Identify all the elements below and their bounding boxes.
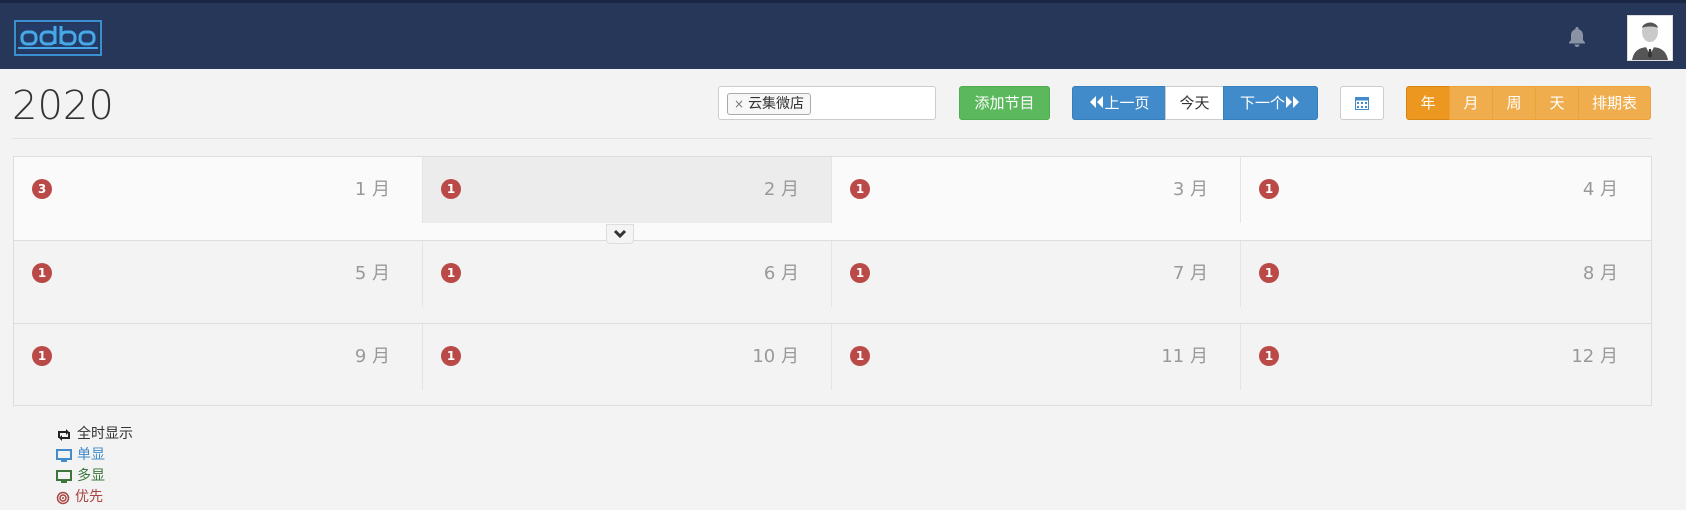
next-page-label: 下一个 — [1239, 94, 1285, 112]
month-label: 4 月 — [1582, 179, 1618, 200]
target-icon — [56, 491, 70, 504]
filter-tag: × 云集微店 — [727, 93, 812, 115]
logo[interactable] — [14, 20, 102, 56]
month-cell-jan[interactable]: 3 1 月 — [14, 157, 423, 223]
monitor-icon — [56, 448, 72, 462]
month-cell-mar[interactable]: 1 3 月 — [832, 157, 1241, 223]
legend-priority: 优先 — [56, 487, 133, 508]
retweet-icon — [58, 428, 70, 441]
month-cell-jun[interactable]: 1 6 月 — [423, 241, 832, 307]
event-count-badge: 1 — [1259, 179, 1279, 199]
filter-tag-label: 云集微店 — [748, 96, 805, 112]
month-cell-oct[interactable]: 1 10 月 — [423, 324, 832, 390]
month-label: 5 月 — [354, 263, 390, 284]
month-cell-may[interactable]: 1 5 月 — [14, 241, 423, 307]
month-label: 1 月 — [354, 179, 390, 200]
event-count-badge: 1 — [32, 346, 52, 366]
month-cell-sep[interactable]: 1 9 月 — [14, 324, 423, 390]
month-label: 10 月 — [752, 346, 799, 367]
legend-single: 单显 — [56, 445, 133, 466]
month-row: 1 5 月 1 6 月 1 7 月 1 8 月 — [14, 240, 1651, 324]
event-count-badge: 1 — [441, 263, 461, 283]
view-day-button[interactable]: 天 — [1535, 86, 1579, 120]
event-count-badge: 1 — [1259, 263, 1279, 283]
month-label: 2 月 — [763, 179, 799, 200]
month-cell-dec[interactable]: 1 12 月 — [1241, 324, 1650, 390]
bell-icon[interactable] — [1565, 25, 1589, 49]
add-program-button[interactable]: 添加节目 — [959, 86, 1050, 120]
today-button[interactable]: 今天 — [1165, 86, 1224, 120]
month-label: 6 月 — [763, 263, 799, 284]
event-count-badge: 3 — [32, 179, 52, 199]
month-cell-jul[interactable]: 1 7 月 — [832, 241, 1241, 307]
prev-page-button[interactable]: 上一页 — [1072, 86, 1166, 120]
month-row: 1 9 月 1 10 月 1 11 月 1 12 月 — [14, 323, 1651, 407]
chevron-down-icon — [613, 229, 627, 239]
month-label: 12 月 — [1571, 346, 1618, 367]
month-row: 3 1 月 1 2 月 1 3 月 1 4 月 — [14, 157, 1651, 240]
expand-toggle[interactable] — [606, 224, 634, 244]
month-cell-feb[interactable]: 1 2 月 — [423, 157, 832, 223]
month-label: 9 月 — [354, 346, 390, 367]
month-label: 3 月 — [1172, 179, 1208, 200]
view-month-button[interactable]: 月 — [1449, 86, 1493, 120]
page-title: 2020 — [12, 83, 114, 129]
legend: 全时显示 单显 多显 优先 — [56, 424, 133, 508]
next-page-button[interactable]: 下一个 — [1223, 86, 1318, 120]
calendar-picker-button[interactable] — [1340, 86, 1384, 120]
legend-multi: 多显 — [56, 466, 133, 487]
view-schedule-button[interactable]: 排期表 — [1578, 86, 1651, 120]
month-cell-nov[interactable]: 1 11 月 — [832, 324, 1241, 390]
event-count-badge: 1 — [850, 179, 870, 199]
legend-all-time: 全时显示 — [56, 424, 133, 445]
legend-all-time-label: 全时显示 — [77, 426, 133, 442]
month-label: 8 月 — [1582, 263, 1618, 284]
legend-priority-label: 优先 — [75, 489, 103, 505]
month-label: 7 月 — [1172, 263, 1208, 284]
view-year-button[interactable]: 年 — [1406, 86, 1450, 120]
event-count-badge: 1 — [441, 179, 461, 199]
event-count-badge: 1 — [32, 263, 52, 283]
event-count-badge: 1 — [850, 263, 870, 283]
monitor-icon — [56, 469, 72, 483]
user-avatar[interactable] — [1627, 15, 1673, 61]
year-calendar-grid: 3 1 月 1 2 月 1 3 月 1 4 月 1 5 月 1 6 月 1 7 … — [13, 156, 1652, 406]
legend-multi-label: 多显 — [77, 468, 105, 484]
prev-page-label: 上一页 — [1104, 94, 1150, 112]
double-chevron-left-icon — [1090, 96, 1104, 108]
event-count-badge: 1 — [850, 346, 870, 366]
month-label: 11 月 — [1161, 346, 1208, 367]
calendar-icon — [1355, 97, 1369, 110]
tag-filter-input[interactable]: × 云集微店 — [718, 86, 936, 120]
month-cell-aug[interactable]: 1 8 月 — [1241, 241, 1650, 307]
event-count-badge: 1 — [441, 346, 461, 366]
top-navbar — [0, 0, 1686, 69]
event-count-badge: 1 — [1259, 346, 1279, 366]
legend-single-label: 单显 — [77, 447, 105, 463]
divider — [12, 138, 1652, 139]
month-cell-apr[interactable]: 1 4 月 — [1241, 157, 1650, 223]
view-week-button[interactable]: 周 — [1492, 86, 1536, 120]
double-chevron-right-icon — [1286, 96, 1299, 108]
tag-remove-button[interactable]: × — [734, 97, 744, 111]
